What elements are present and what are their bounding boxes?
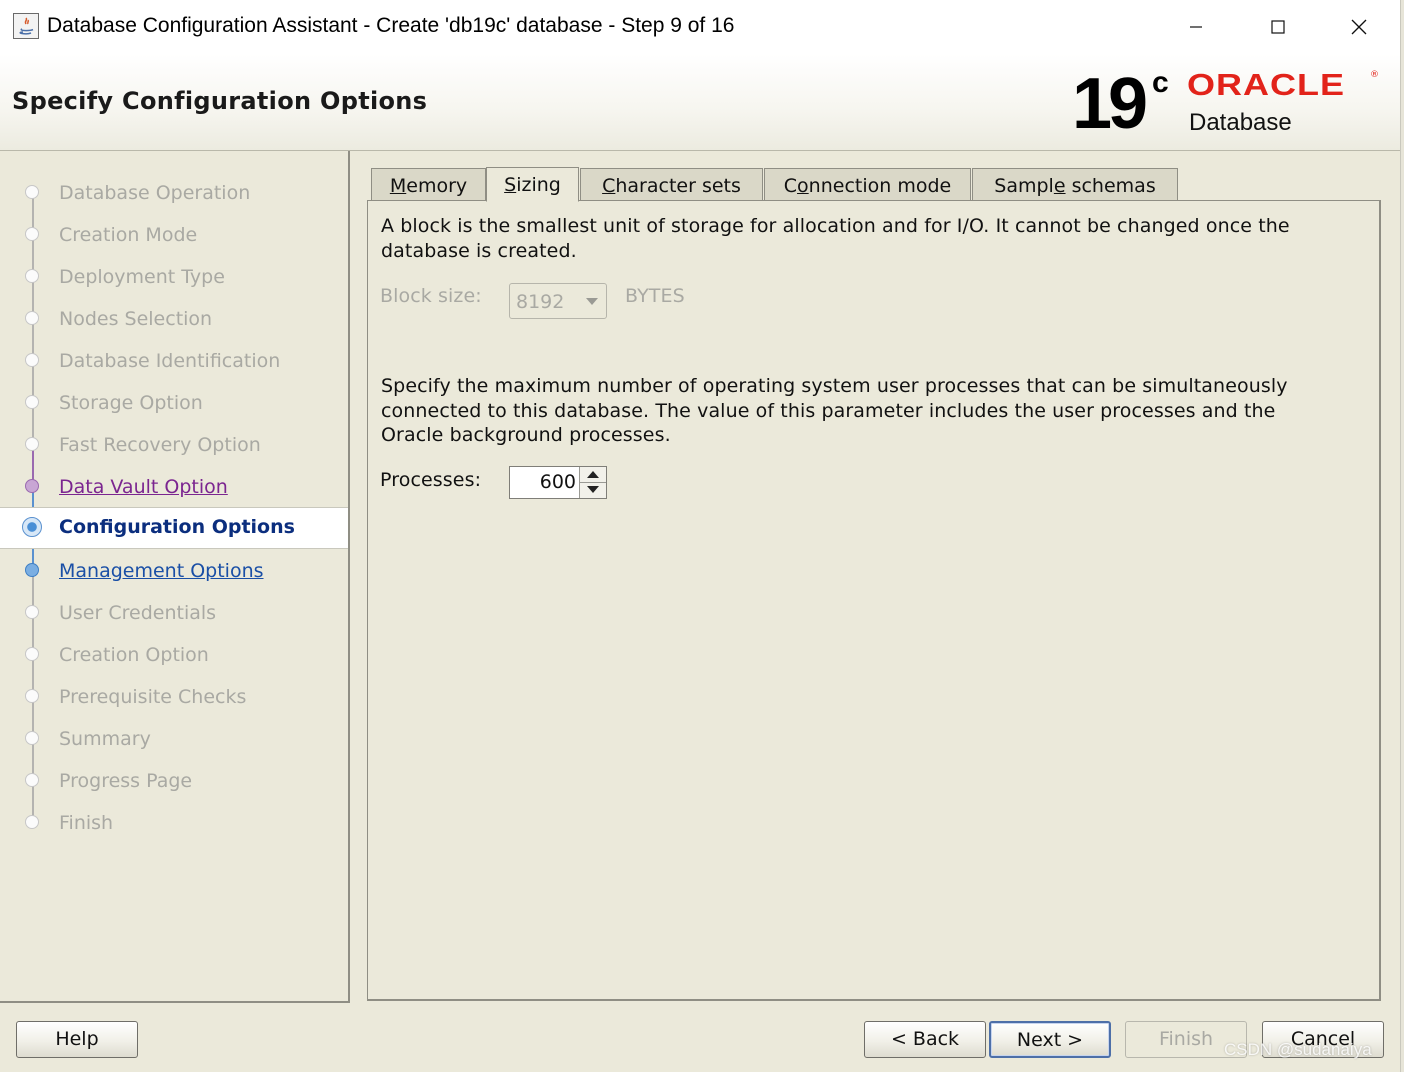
step-label: Fast Recovery Option [59,434,261,456]
step-label: Creation Option [59,644,209,666]
step-label: Summary [59,728,151,750]
step-creation-mode: Creation Mode [0,215,348,255]
window-title: Database Configuration Assistant - Creat… [47,14,735,37]
step-status-icon [25,437,39,451]
block-size-value: 8192 [516,291,565,313]
maximize-button[interactable] [1258,12,1298,42]
step-prerequisite-checks: Prerequisite Checks [0,677,348,717]
step-creation-option: Creation Option [0,635,348,675]
step-label: Progress Page [59,770,193,792]
step-status-icon [25,647,39,661]
processes-value: 600 [539,471,576,493]
tab-character-sets[interactable]: Character sets [580,168,763,201]
step-finish: Finish [0,803,348,843]
step-configuration-options: Configuration Options [0,507,348,549]
step-label: Deployment Type [59,266,225,288]
step-deployment-type: Deployment Type [0,257,348,297]
step-status-icon [25,731,39,745]
watermark: CSDN @sudanaiya [1224,1040,1372,1059]
next-button[interactable]: Next > [989,1021,1111,1058]
window-edge [1400,0,1404,1072]
block-size-label: Block size: [380,285,482,307]
maximize-icon [1271,20,1285,34]
chevron-down-icon [586,298,598,305]
logo-product: Database [1189,109,1292,136]
step-data-vault-option[interactable]: Data Vault Option [0,467,348,507]
registered-mark-icon: ® [1370,70,1379,80]
block-size-select[interactable]: 8192 [509,283,607,319]
block-size-unit: BYTES [625,285,685,307]
tab-memory[interactable]: Memory [371,168,486,201]
step-status-icon [25,311,39,325]
block-desc-line2: database is created. [381,239,577,262]
step-status-icon [22,517,42,537]
logo-version-sup: c [1152,66,1169,99]
step-label: Configuration Options [59,516,295,538]
step-label: Creation Mode [59,224,198,246]
window-titlebar: Database Configuration Assistant - Creat… [0,0,1401,54]
step-label: Nodes Selection [59,308,213,330]
step-label: Prerequisite Checks [59,686,247,708]
step-database-operation: Database Operation [0,173,348,213]
step-nodes-selection: Nodes Selection [0,299,348,339]
processes-spinner[interactable]: 600 [509,466,607,499]
spinner-buttons [579,467,606,498]
step-status-icon [25,227,39,241]
step-label: Finish [59,812,114,834]
tab-connection-mode[interactable]: Connection mode [764,168,971,201]
processes-label: Processes: [380,469,482,491]
tab-sample-schemas[interactable]: Sample schemas [972,168,1178,201]
step-status-icon [25,689,39,703]
step-label: Management Options [59,560,264,582]
step-status-icon [25,395,39,409]
wizard-header: Specify Configuration Options 19 c ORACL… [0,54,1400,151]
processes-description: Specify the maximum number of operating … [381,374,1288,448]
step-summary: Summary [0,719,348,759]
minimize-button[interactable] [1176,12,1216,42]
step-fast-recovery-option: Fast Recovery Option [0,425,348,465]
step-status-icon [25,269,39,283]
help-button[interactable]: Help [16,1021,138,1058]
java-app-icon [13,13,39,39]
step-status-icon [25,185,39,199]
step-status-icon [25,605,39,619]
step-label: User Credentials [59,602,217,624]
step-user-credentials: User Credentials [0,593,348,633]
step-management-options[interactable]: Management Options [0,551,348,591]
processes-desc-line2: connected to this database. The value of… [381,399,1276,422]
step-label: Database Operation [59,182,251,204]
processes-desc-line3: Oracle background processes. [381,424,671,446]
step-progress-page: Progress Page [0,761,348,801]
step-label: Data Vault Option [59,476,228,498]
close-button[interactable] [1339,12,1379,42]
step-storage-option: Storage Option [0,383,348,423]
step-status-icon [25,479,39,493]
step-status-icon [25,353,39,367]
minimize-icon [1190,26,1202,28]
page-title: Specify Configuration Options [12,87,428,115]
step-status-icon [25,563,39,577]
processes-desc-line1: Specify the maximum number of operating … [381,375,1288,397]
block-desc-line1: A block is the smallest unit of storage … [381,215,1290,237]
step-label: Storage Option [59,392,203,414]
step-status-icon [25,773,39,787]
step-label: Database Identification [59,350,281,372]
step-status-icon [25,815,39,829]
tab-sizing[interactable]: Sizing [486,167,579,202]
close-icon [1351,19,1367,35]
wizard-steps-sidebar: Database Operation Creation Mode Deploymen… [0,151,350,1003]
back-button[interactable]: < Back [864,1021,986,1058]
sizing-tab-panel [367,200,1381,1001]
logo-brand: ORACLE [1187,67,1345,102]
logo-version: 19 [1072,64,1148,144]
block-size-description: A block is the smallest unit of storage … [381,214,1290,263]
step-database-identification: Database Identification [0,341,348,381]
spinner-down-button[interactable] [580,483,606,498]
spinner-up-button[interactable] [580,467,606,483]
